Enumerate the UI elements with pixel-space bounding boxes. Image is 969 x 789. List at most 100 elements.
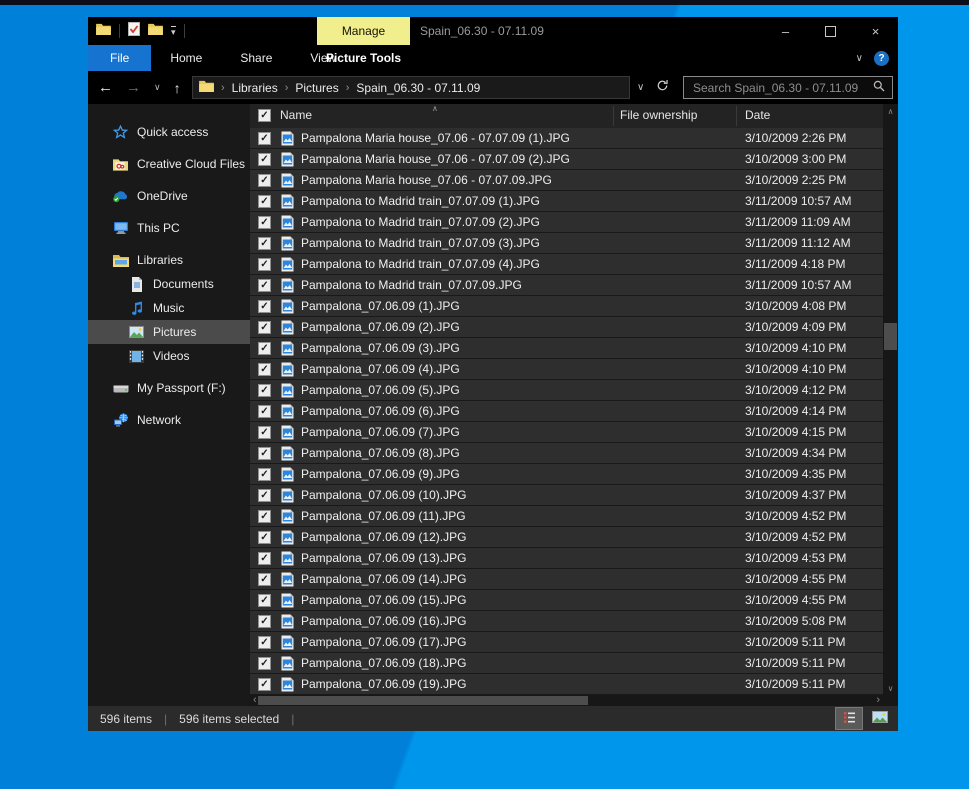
row-checkbox[interactable]: ✓ <box>258 237 271 250</box>
file-name[interactable]: Pampalona to Madrid train_07.07.09 (1).J… <box>301 194 540 208</box>
help-icon[interactable]: ? <box>874 51 889 66</box>
customize-toolbar-icon[interactable]: ▾ <box>171 26 176 36</box>
row-checkbox[interactable]: ✓ <box>258 405 271 418</box>
row-checkbox[interactable]: ✓ <box>258 615 271 628</box>
file-name[interactable]: Pampalona_07.06.09 (13).JPG <box>301 551 466 565</box>
row-checkbox[interactable]: ✓ <box>258 384 271 397</box>
row-checkbox[interactable]: ✓ <box>258 510 271 523</box>
ribbon-tab-manage[interactable]: Manage <box>317 17 410 45</box>
row-checkbox[interactable]: ✓ <box>258 195 271 208</box>
row-checkbox[interactable]: ✓ <box>258 531 271 544</box>
file-name[interactable]: Pampalona_07.06.09 (4).JPG <box>301 362 460 376</box>
sidebar-item-pictures[interactable]: Pictures <box>88 320 250 344</box>
sidebar-item-creative-cloud-files[interactable]: Creative Cloud Files <box>88 152 250 176</box>
previous-locations-icon[interactable]: ∨ <box>637 82 644 93</box>
vertical-scrollbar[interactable]: ∧ ∨ <box>883 104 898 695</box>
row-checkbox[interactable]: ✓ <box>258 678 271 691</box>
sidebar-item-documents[interactable]: Documents <box>88 272 250 296</box>
sidebar-item-videos[interactable]: Videos <box>88 344 250 368</box>
table-row[interactable]: ✓Pampalona Maria house_07.06 - 07.07.09 … <box>250 128 883 149</box>
file-name[interactable]: Pampalona_07.06.09 (1).JPG <box>301 299 460 313</box>
file-name[interactable]: Pampalona_07.06.09 (16).JPG <box>301 614 466 628</box>
close-button[interactable]: × <box>853 17 898 45</box>
table-row[interactable]: ✓Pampalona_07.06.09 (18).JPG3/10/2009 5:… <box>250 653 883 674</box>
table-row[interactable]: ✓Pampalona_07.06.09 (4).JPG3/10/2009 4:1… <box>250 359 883 380</box>
file-name[interactable]: Pampalona_07.06.09 (6).JPG <box>301 404 460 418</box>
sidebar-item-onedrive[interactable]: OneDrive <box>88 184 250 208</box>
table-row[interactable]: ✓Pampalona_07.06.09 (14).JPG3/10/2009 4:… <box>250 569 883 590</box>
row-checkbox[interactable]: ✓ <box>258 468 271 481</box>
column-divider[interactable] <box>613 106 614 126</box>
file-name[interactable]: Pampalona_07.06.09 (18).JPG <box>301 656 466 670</box>
table-row[interactable]: ✓Pampalona_07.06.09 (5).JPG3/10/2009 4:1… <box>250 380 883 401</box>
row-checkbox[interactable]: ✓ <box>258 426 271 439</box>
sidebar-item-libraries[interactable]: Libraries <box>88 248 250 272</box>
column-divider[interactable] <box>736 106 737 126</box>
table-row[interactable]: ✓Pampalona_07.06.09 (15).JPG3/10/2009 4:… <box>250 590 883 611</box>
file-name[interactable]: Pampalona_07.06.09 (15).JPG <box>301 593 466 607</box>
forward-icon[interactable]: → <box>126 79 141 96</box>
table-row[interactable]: ✓ Pampalona to Madrid train_07.07.09 (3).… <box>250 233 883 254</box>
ribbon-contextual-tab-picture-tools[interactable]: Picture Tools <box>317 45 410 71</box>
table-row[interactable]: ✓Pampalona_07.06.09 (1).JPG3/10/2009 4:0… <box>250 296 883 317</box>
row-checkbox[interactable]: ✓ <box>258 573 271 586</box>
row-checkbox[interactable]: ✓ <box>258 216 271 229</box>
table-row[interactable]: ✓Pampalona_07.06.09 (2).JPG3/10/2009 4:0… <box>250 317 883 338</box>
table-row[interactable]: ✓Pampalona Maria house_07.06 - 07.07.09 … <box>250 149 883 170</box>
file-name[interactable]: Pampalona to Madrid train_07.07.09 (3).J… <box>301 236 540 250</box>
file-name[interactable]: Pampalona Maria house_07.06 - 07.07.09 (… <box>301 152 570 166</box>
table-row[interactable]: ✓Pampalona_07.06.09 (17).JPG3/10/2009 5:… <box>250 632 883 653</box>
file-name[interactable]: Pampalona Maria house_07.06 - 07.07.09 (… <box>301 131 570 145</box>
row-checkbox[interactable]: ✓ <box>258 279 271 292</box>
file-name[interactable]: Pampalona_07.06.09 (17).JPG <box>301 635 466 649</box>
row-checkbox[interactable]: ✓ <box>258 489 271 502</box>
file-name[interactable]: Pampalona_07.06.09 (7).JPG <box>301 425 460 439</box>
vertical-scrollbar-thumb[interactable] <box>884 323 897 350</box>
table-row[interactable]: ✓Pampalona_07.06.09 (13).JPG3/10/2009 4:… <box>250 548 883 569</box>
file-name[interactable]: Pampalona_07.06.09 (2).JPG <box>301 320 460 334</box>
scroll-down-icon[interactable]: ∨ <box>883 684 898 693</box>
column-header-date[interactable]: Date <box>745 108 770 122</box>
thumbnails-view-button[interactable] <box>867 708 893 729</box>
file-name[interactable]: Pampalona_07.06.09 (10).JPG <box>301 488 466 502</box>
file-name[interactable]: Pampalona_07.06.09 (19).JPG <box>301 677 466 691</box>
file-name[interactable]: Pampalona_07.06.09 (5).JPG <box>301 383 460 397</box>
file-name[interactable]: Pampalona_07.06.09 (11).JPG <box>301 509 466 523</box>
recent-locations-icon[interactable]: ∨ <box>154 82 161 93</box>
table-row[interactable]: ✓Pampalona_07.06.09 (9).JPG3/10/2009 4:3… <box>250 464 883 485</box>
maximize-button[interactable] <box>808 17 853 45</box>
scroll-left-icon[interactable]: ‹ <box>253 694 257 706</box>
row-checkbox[interactable]: ✓ <box>258 300 271 313</box>
sidebar-item-my-passport-f[interactable]: My Passport (F:) <box>88 376 250 400</box>
table-row[interactable]: ✓Pampalona_07.06.09 (3).JPG3/10/2009 4:1… <box>250 338 883 359</box>
folder-icon[interactable] <box>148 22 163 40</box>
breadcrumb-libraries[interactable]: Libraries <box>232 81 278 95</box>
table-row[interactable]: ✓Pampalona_07.06.09 (16).JPG3/10/2009 5:… <box>250 611 883 632</box>
table-row[interactable]: ✓Pampalona_07.06.09 (11).JPG3/10/2009 4:… <box>250 506 883 527</box>
sidebar-item-this-pc[interactable]: This PC <box>88 216 250 240</box>
folder-icon[interactable] <box>96 22 111 40</box>
table-row[interactable]: ✓Pampalona_07.06.09 (10).JPG3/10/2009 4:… <box>250 485 883 506</box>
address-breadcrumb-box[interactable]: › Libraries › Pictures › Spain_06.30 - 0… <box>192 76 630 99</box>
table-row[interactable]: ✓Pampalona_07.06.09 (19).JPG3/10/2009 5:… <box>250 674 883 695</box>
sidebar-item-quick-access[interactable]: Quick access <box>88 120 250 144</box>
file-name[interactable]: Pampalona_07.06.09 (9).JPG <box>301 467 460 481</box>
table-row[interactable]: ✓Pampalona to Madrid train_07.07.09.JPG3… <box>250 275 883 296</box>
ribbon-tab-file[interactable]: File <box>88 45 151 71</box>
row-checkbox[interactable]: ✓ <box>258 447 271 460</box>
search-icon[interactable] <box>873 79 885 97</box>
up-icon[interactable]: ↑ <box>174 80 181 96</box>
row-checkbox[interactable]: ✓ <box>258 363 271 376</box>
row-checkbox[interactable]: ✓ <box>258 321 271 334</box>
collapse-ribbon-icon[interactable]: ∨ <box>856 53 863 64</box>
horizontal-scrollbar-thumb[interactable] <box>258 696 588 705</box>
details-view-button[interactable] <box>836 708 862 729</box>
row-checkbox[interactable]: ✓ <box>258 594 271 607</box>
row-checkbox[interactable]: ✓ <box>258 258 271 271</box>
breadcrumb-current-folder[interactable]: Spain_06.30 - 07.11.09 <box>356 81 480 95</box>
sidebar-item-music[interactable]: Music <box>88 296 250 320</box>
table-row[interactable]: ✓Pampalona to Madrid train_07.07.09 (4).… <box>250 254 883 275</box>
scroll-up-icon[interactable]: ∧ <box>883 107 898 116</box>
table-row[interactable]: ✓Pampalona_07.06.09 (12).JPG3/10/2009 4:… <box>250 527 883 548</box>
row-checkbox[interactable]: ✓ <box>258 552 271 565</box>
